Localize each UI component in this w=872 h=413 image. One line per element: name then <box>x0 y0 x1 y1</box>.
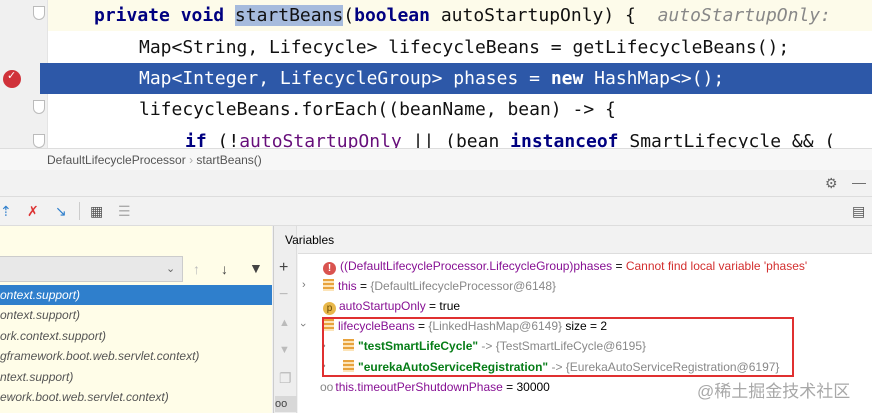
move-down-icon[interactable]: ▼ <box>279 342 290 358</box>
method-name: startBeans <box>234 5 344 26</box>
highlight-box <box>322 317 794 377</box>
watches-icon[interactable]: oo <box>275 396 297 412</box>
parameter-icon: p <box>323 302 336 315</box>
watch-row[interactable]: oo this.timeoutPerShutdownPhase = 30000 <box>320 377 550 397</box>
debugger-toolbar: ⇡ ✗ ↘ ▦ ☰ ▤ <box>0 197 872 226</box>
move-up-icon[interactable]: ▲ <box>279 315 290 331</box>
code-editor[interactable]: private void startBeans(boolean autoStar… <box>0 0 872 148</box>
drop-frame-icon[interactable]: ✗ <box>27 203 39 219</box>
breadcrumb: DefaultLifecycleProcessor › startBeans() <box>0 148 872 170</box>
frame-item[interactable]: ework.boot.web.servlet.context) <box>0 387 272 407</box>
minimize-icon[interactable]: — <box>852 174 866 190</box>
step-out-icon[interactable]: ⇡ <box>0 203 12 219</box>
trace-icon[interactable]: ☰ <box>118 203 131 219</box>
breadcrumb-class[interactable]: DefaultLifecycleProcessor <box>47 153 186 167</box>
toolbar-divider <box>79 202 80 220</box>
variables-header: Variables <box>285 226 872 254</box>
gear-icon[interactable]: ⚙ <box>825 175 838 191</box>
frame-item[interactable]: ontext.support) <box>0 285 272 305</box>
watermark: @稀土掘金技术社区 <box>697 382 851 401</box>
code-line-2: Map<String, Lifecycle> lifecycleBeans = … <box>139 37 790 58</box>
code-line-4: lifecycleBeans.forEach((beanName, bean) … <box>139 99 616 120</box>
add-watch-icon[interactable]: + <box>279 260 288 276</box>
frame-item[interactable]: ntext.support) <box>0 367 272 387</box>
copy-icon[interactable]: ❐ <box>279 370 292 386</box>
variable-row-param[interactable]: p autoStartupOnly = true <box>323 296 460 316</box>
fold-marker[interactable] <box>33 100 45 114</box>
thread-selector[interactable]: ⌄ <box>0 256 183 282</box>
code-line-5: if (!autoStartupOnly || (bean instanceof… <box>185 131 836 148</box>
frames-list[interactable]: ontext.support) ontext.support) ork.cont… <box>0 226 272 413</box>
fold-marker[interactable] <box>33 134 45 148</box>
inline-hint: autoStartupOnly: <box>657 5 831 26</box>
variable-row-this[interactable]: this = {DefaultLifecycleProcessor@6148} <box>323 276 556 296</box>
expand-arrow-icon[interactable]: › <box>302 279 306 291</box>
frame-item[interactable]: ontext.support) <box>0 305 272 325</box>
fold-marker[interactable] <box>33 6 45 20</box>
breadcrumb-method[interactable]: startBeans() <box>196 153 261 167</box>
code-line-1: private void startBeans(boolean autoStar… <box>48 0 872 31</box>
arrow-up-icon[interactable]: ↑ <box>193 261 200 277</box>
variable-row-error[interactable]: ! ((DefaultLifecycleProcessor.LifecycleGr… <box>323 256 807 276</box>
filter-icon[interactable]: ▼ <box>249 260 263 276</box>
collapse-arrow-icon[interactable]: › <box>297 323 309 327</box>
run-to-cursor-icon[interactable]: ↘ <box>55 203 67 219</box>
frame-item[interactable]: ork.context.support) <box>0 326 272 346</box>
arrow-down-icon[interactable]: ↓ <box>221 261 228 277</box>
error-icon: ! <box>323 262 336 275</box>
remove-watch-icon[interactable]: − <box>279 287 288 303</box>
debug-header: ⚙ — <box>0 170 872 197</box>
chevron-down-icon: ⌄ <box>166 263 176 275</box>
watch-icon: oo <box>320 380 334 394</box>
variables-side-toolbar: + − ▲ ▼ ❐ oo <box>273 226 297 413</box>
layout-icon[interactable]: ▤ <box>852 203 865 219</box>
frame-item[interactable]: gframework.boot.web.servlet.context) <box>0 346 272 366</box>
current-execution-line: Map<Integer, LifecycleGroup> phases = ne… <box>40 63 872 94</box>
evaluate-expression-icon[interactable]: ▦ <box>90 203 103 219</box>
field-icon <box>323 279 334 291</box>
breakpoint-icon[interactable]: ✓ <box>3 70 21 88</box>
